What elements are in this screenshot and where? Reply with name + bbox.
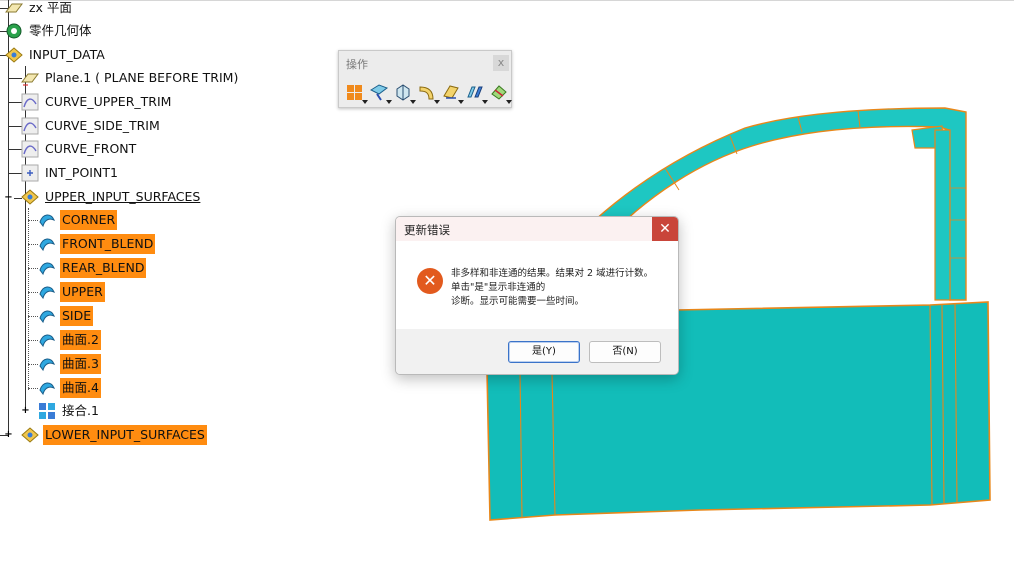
invert-tool-icon[interactable] xyxy=(489,82,513,104)
tree-item-join-1[interactable]: 接合.1 xyxy=(37,400,101,422)
tree-item-label: 曲面.2 xyxy=(60,330,101,350)
surface-icon xyxy=(39,262,55,276)
tree-item-side[interactable]: SIDE xyxy=(37,305,94,327)
dialog-message-line: 诊断。显示可能需要一些时间。 xyxy=(451,296,585,307)
tree-item-label: 零件几何体 xyxy=(29,23,92,38)
join-icon xyxy=(39,403,55,419)
geometrical-set-icon xyxy=(21,427,39,443)
surface-icon xyxy=(39,334,55,348)
toolbar-title: 操作 xyxy=(346,58,368,71)
tree-item-label: Plane.1 ( PLANE BEFORE TRIM) xyxy=(45,70,239,85)
tree-item-label: LOWER_INPUT_SURFACES xyxy=(43,425,207,445)
dialog-message-line: 单击"是"显示非连通的 xyxy=(451,282,546,293)
plane-icon xyxy=(5,3,23,13)
curve-icon xyxy=(21,93,39,111)
tree-item-label: 曲面.4 xyxy=(60,378,101,398)
tree-item-corner[interactable]: CORNER xyxy=(37,209,118,231)
part-body-icon xyxy=(6,23,22,39)
extrapolate-tool-icon[interactable] xyxy=(465,82,489,104)
tree-item-curve-front[interactable]: CURVE_FRONT xyxy=(20,138,138,160)
yes-button[interactable]: 是(Y) xyxy=(508,341,580,363)
surface-icon xyxy=(39,382,55,396)
tree-item-label: CURVE_SIDE_TRIM xyxy=(45,118,160,133)
tree-item-upper-input-surfaces[interactable]: UPPER_INPUT_SURFACES xyxy=(20,186,202,208)
translate-tool-icon[interactable] xyxy=(441,82,465,104)
surface-icon xyxy=(39,286,55,300)
tree-item-label: INT_POINT1 xyxy=(45,165,118,180)
dialog-footer: 是(Y) 否(N) xyxy=(396,329,678,374)
tree-item-int-point1[interactable]: INT_POINT1 xyxy=(20,162,120,184)
tree-item-curve-upper-trim[interactable]: CURVE_UPPER_TRIM xyxy=(20,91,173,113)
expand-toggle-icon[interactable]: + xyxy=(21,406,30,416)
tree-item-label: SIDE xyxy=(60,306,94,326)
tree-item-label: UPPER_INPUT_SURFACES xyxy=(45,189,201,204)
toolbar-close-button[interactable]: x xyxy=(493,55,509,71)
tree-item-label: CORNER xyxy=(60,210,118,230)
tree-item-label: CURVE_UPPER_TRIM xyxy=(45,94,172,109)
tree-item-label: CURVE_FRONT xyxy=(45,141,137,156)
surface-icon xyxy=(39,310,55,324)
tree-item-front-blend[interactable]: FRONT_BLEND xyxy=(37,233,156,255)
specification-tree: − + + zx 平面 零件几何体 INPUT_DATA Plane.1 ( P… xyxy=(0,0,330,450)
error-icon: ✕ xyxy=(417,268,443,294)
tree-item-upper[interactable]: UPPER xyxy=(37,281,105,303)
tree-item-plane-1[interactable]: Plane.1 ( PLANE BEFORE TRIM) xyxy=(20,67,240,89)
surface-icon xyxy=(39,238,55,252)
tree-item-rear-blend[interactable]: REAR_BLEND xyxy=(37,257,147,279)
toolbar-buttons xyxy=(345,82,513,104)
tree-item-label: 接合.1 xyxy=(62,403,99,418)
curve-icon xyxy=(21,117,39,135)
tree-item-lower-input-surfaces[interactable]: LOWER_INPUT_SURFACES xyxy=(20,424,207,446)
fillet-tool-icon[interactable] xyxy=(417,82,441,104)
healing-tool-icon[interactable] xyxy=(369,82,393,104)
dialog-title: 更新错误 xyxy=(404,223,450,237)
join-tool-icon[interactable] xyxy=(345,82,369,104)
dialog-message-line: 非多样和非连通的结果。结果对 2 域进行计数。 xyxy=(451,268,654,279)
dialog-titlebar[interactable]: 更新错误 ✕ xyxy=(396,217,678,241)
curve-icon xyxy=(21,140,39,158)
operations-toolbar[interactable]: 操作 x xyxy=(338,50,512,108)
surface-icon xyxy=(39,214,55,228)
tree-item-label: 曲面.3 xyxy=(60,354,101,374)
tree-item-curve-side-trim[interactable]: CURVE_SIDE_TRIM xyxy=(20,115,162,137)
tree-item-label: UPPER xyxy=(60,282,105,302)
update-error-dialog[interactable]: 更新错误 ✕ ✕ 非多样和非连通的结果。结果对 2 域进行计数。 单击"是"显示… xyxy=(395,216,679,375)
dialog-message: 非多样和非连通的结果。结果对 2 域进行计数。 单击"是"显示非连通的 诊断。显… xyxy=(451,267,671,309)
tree-item-label: INPUT_DATA xyxy=(29,47,105,62)
tree-item-input-data[interactable]: INPUT_DATA xyxy=(4,44,107,66)
geometrical-set-icon xyxy=(21,189,39,205)
collapse-toggle-icon[interactable]: − xyxy=(4,193,13,203)
dialog-close-button[interactable]: ✕ xyxy=(652,217,678,241)
tree-item-part-body[interactable]: 零件几何体 xyxy=(4,20,94,42)
point-icon xyxy=(21,164,39,182)
tree-item-label: zx 平面 xyxy=(29,0,72,15)
tree-item-label: REAR_BLEND xyxy=(60,258,147,278)
tree-item-surface-3[interactable]: 曲面.3 xyxy=(37,353,101,375)
tree-subbranch-line xyxy=(28,208,30,390)
expand-toggle-icon[interactable]: + xyxy=(4,430,13,440)
surface-icon xyxy=(39,358,55,372)
tree-item-zx-plane[interactable]: zx 平面 xyxy=(4,0,74,19)
tree-item-surface-2[interactable]: 曲面.2 xyxy=(37,329,101,351)
no-button[interactable]: 否(N) xyxy=(589,341,661,363)
extract-tool-icon[interactable] xyxy=(393,82,417,104)
tree-item-label: FRONT_BLEND xyxy=(60,234,156,254)
plane-icon xyxy=(21,73,39,86)
tree-item-surface-4[interactable]: 曲面.4 xyxy=(37,377,101,399)
geometrical-set-icon xyxy=(5,47,23,63)
dialog-body: ✕ 非多样和非连通的结果。结果对 2 域进行计数。 单击"是"显示非连通的 诊断… xyxy=(396,241,678,329)
